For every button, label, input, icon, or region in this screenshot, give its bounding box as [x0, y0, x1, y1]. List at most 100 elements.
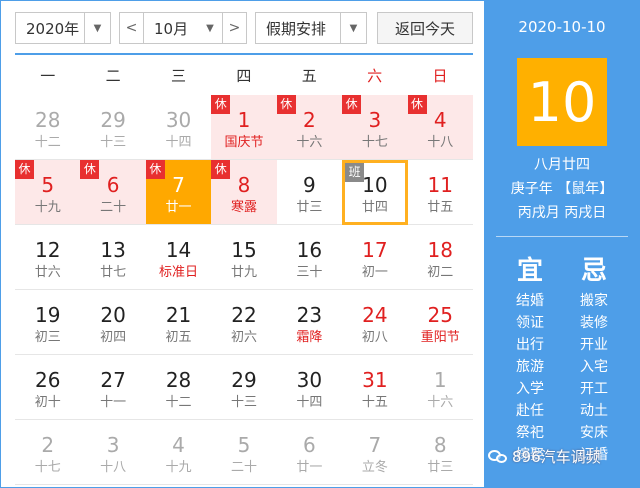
day-cell[interactable]: 19 初三	[15, 290, 81, 355]
day-cell[interactable]: 16 三十	[276, 225, 343, 290]
next-month-button[interactable]: >	[222, 13, 246, 43]
holiday-select[interactable]: 假期安排 ▼	[255, 12, 367, 44]
day-cell[interactable]: 20 初四	[80, 290, 146, 355]
day-cell[interactable]: 25 重阳节	[407, 290, 473, 355]
day-number: 18	[427, 238, 453, 262]
yi-item: 旅游	[516, 359, 544, 375]
day-number: 1	[433, 368, 447, 392]
day-number: 6	[303, 433, 316, 457]
day-cell[interactable]: 休 7 廿一	[145, 160, 212, 225]
day-cell[interactable]: 29 十三	[211, 355, 277, 420]
day-detail-panel: 2020-10-10 10 八月廿四 庚子年 【鼠年】 丙戌月 丙戌日 宜 忌 …	[484, 0, 640, 488]
month-selector: < 10月 ▼ >	[119, 12, 247, 44]
day-cell[interactable]: 休 2 十六	[276, 95, 343, 160]
prev-month-button[interactable]: <	[120, 13, 144, 43]
day-cell[interactable]: 12 廿六	[15, 225, 81, 290]
day-number: 26	[34, 368, 61, 392]
day-cell[interactable]: 休 6 二十	[80, 160, 146, 225]
lunar-label: 十三	[230, 395, 257, 410]
day-number: 3	[368, 108, 382, 132]
lunar-label: 十四	[296, 395, 323, 410]
lunar-label: 重阳节	[420, 330, 460, 345]
day-cell[interactable]: 9 廿三	[276, 160, 343, 225]
ji-item: 动土	[580, 403, 608, 419]
lunar-label: 十九	[34, 200, 61, 215]
day-grid: 28 十二 29 十三 30 十四休 1 国庆节休 2 十六休 3 十七休 4 十八休 5 十九休 6 二十休 7 廿…	[15, 95, 473, 485]
lunar-label: 十二	[34, 135, 61, 150]
lunar-label: 初五	[165, 330, 192, 345]
chevron-down-icon[interactable]: ▼	[84, 13, 110, 43]
yi-item: 结婚	[516, 293, 544, 309]
day-cell[interactable]: 休 1 国庆节	[211, 95, 277, 160]
day-cell[interactable]: 15 廿九	[211, 225, 277, 290]
day-number: 7	[368, 433, 382, 457]
weekday-label: 六	[367, 67, 383, 85]
yi-title: 宜	[516, 256, 543, 286]
day-cell[interactable]: 21 初五	[145, 290, 212, 355]
year-select[interactable]: 2020年 ▼	[15, 12, 111, 44]
toolbar-divider	[15, 53, 473, 55]
day-cell[interactable]: 3 十八	[80, 420, 146, 485]
day-number: 30	[165, 108, 192, 132]
day-cell[interactable]: 30 十四	[276, 355, 343, 420]
day-cell[interactable]: 23 霜降	[276, 290, 343, 355]
day-cell[interactable]: 8 廿三	[407, 420, 473, 485]
lunar-label: 十一	[100, 395, 127, 410]
day-cell[interactable]: 28 十二	[15, 95, 81, 160]
day-cell[interactable]: 30 十四	[145, 95, 212, 160]
day-cell[interactable]: 31 十五	[342, 355, 408, 420]
lunar-label: 国庆节	[224, 135, 264, 150]
lunar-label: 十九	[165, 460, 192, 475]
chevron-down-icon[interactable]: ▼	[198, 13, 222, 43]
calendar-widget: 2020年 ▼ < 10月 ▼ > 假期安排 ▼ 返回今天 一二三四五六日 28…	[0, 0, 640, 488]
day-cell[interactable]: 休 8 寒露	[211, 160, 277, 225]
day-cell[interactable]: 29 十三	[80, 95, 146, 160]
day-cell[interactable]: 1 十六	[407, 355, 473, 420]
lunar-label: 十七	[361, 135, 388, 150]
day-cell[interactable]: 6 廿一	[276, 420, 343, 485]
lunar-label: 廿三	[296, 200, 323, 215]
day-cell[interactable]: 13 廿七	[80, 225, 146, 290]
day-number: 11	[427, 173, 453, 197]
day-cell[interactable]: 28 十二	[145, 355, 212, 420]
weekday-header: 一二三四五六日	[15, 61, 473, 91]
month-select[interactable]: 10月 ▼	[144, 13, 222, 43]
day-cell[interactable]: 18 初二	[407, 225, 473, 290]
day-cell[interactable]: 14 标准日	[145, 225, 212, 290]
wechat-icon	[488, 449, 508, 465]
day-cell[interactable]: 17 初一	[342, 225, 408, 290]
lunar-label: 十六	[296, 135, 323, 150]
day-number: 31	[362, 368, 388, 392]
day-number: 4	[172, 433, 185, 457]
day-number: 29	[100, 108, 126, 132]
day-cell[interactable]: 4 十九	[145, 420, 212, 485]
day-cell[interactable]: 5 二十	[211, 420, 277, 485]
day-cell[interactable]: 26 初十	[15, 355, 81, 420]
lunar-label: 廿九	[230, 265, 257, 280]
day-cell[interactable]: 24 初八	[342, 290, 408, 355]
day-number: 27	[100, 368, 126, 392]
lunar-label: 廿三	[427, 460, 454, 475]
day-number: 7	[172, 173, 185, 197]
chevron-down-icon[interactable]: ▼	[340, 13, 366, 43]
lunar-label: 廿四	[361, 200, 388, 215]
day-cell[interactable]: 22 初六	[211, 290, 277, 355]
lunar-label: 初八	[361, 330, 388, 345]
ji-item: 安床	[580, 425, 608, 441]
lunar-label: 廿一	[165, 200, 192, 215]
day-cell[interactable]: 班 10 廿四	[342, 160, 408, 225]
day-cell[interactable]: 11 廿五	[407, 160, 473, 225]
day-number: 8	[433, 433, 447, 457]
day-cell[interactable]: 休 3 十七	[342, 95, 408, 160]
day-cell[interactable]: 休 5 十九	[15, 160, 81, 225]
day-cell[interactable]: 2 十七	[15, 420, 81, 485]
day-cell[interactable]: 7 立冬	[342, 420, 408, 485]
yi-item: 祭祀	[516, 425, 544, 441]
day-number: 5	[41, 173, 55, 197]
lunar-label: 十五	[361, 395, 388, 410]
weekday-label: 四	[236, 67, 252, 85]
day-cell[interactable]: 27 十一	[80, 355, 146, 420]
day-number: 1	[237, 108, 251, 132]
day-cell[interactable]: 休 4 十八	[407, 95, 473, 160]
back-to-today-button[interactable]: 返回今天	[377, 12, 473, 44]
